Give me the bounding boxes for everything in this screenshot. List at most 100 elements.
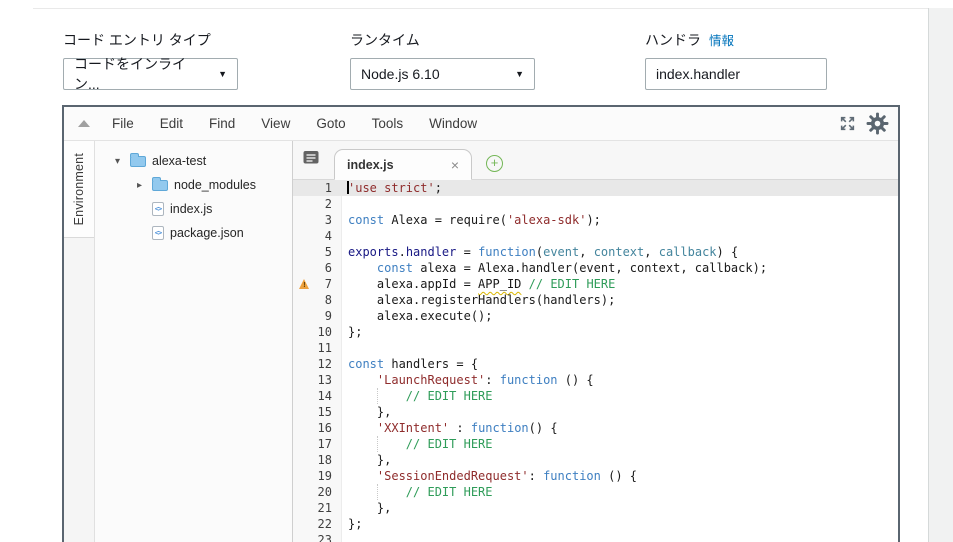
environment-sidebar: Environment — [64, 141, 95, 542]
code-line-1[interactable]: 1 'use strict'; — [293, 180, 898, 196]
code-line-6[interactable]: 6 const alexa = Alexa.handler(event, con… — [293, 260, 898, 276]
gutter-line-23: 23 — [293, 532, 342, 542]
tree-item-alexa-test[interactable]: ▾ alexa-test — [95, 149, 292, 173]
code-text: alexa.execute(); — [348, 309, 493, 323]
tree-item-label: index.js — [170, 202, 213, 216]
code-text: const alexa = Alexa.handler(event, conte… — [376, 261, 768, 275]
handler-label: ハンドラ 情報 — [645, 30, 827, 50]
info-link[interactable]: 情報 — [709, 34, 734, 48]
code-text: 'LaunchRequest': function () { — [376, 373, 594, 387]
gutter-line-11: 11 — [293, 340, 342, 356]
handler-input[interactable] — [645, 58, 827, 90]
code-line-8[interactable]: 8 alexa.registerHandlers(handlers); — [293, 292, 898, 308]
gutter-line-18: 18 — [293, 452, 342, 468]
tree-item-node_modules[interactable]: ▸ node_modules — [95, 173, 292, 197]
runtime-select[interactable]: Node.js 6.10 ▼ — [350, 58, 535, 90]
code-line-4[interactable]: 4 — [293, 228, 898, 244]
code-editor-window: File Edit Find View Goto Tools Window En… — [62, 105, 900, 542]
runtime-label: ランタイム — [350, 32, 420, 48]
tree-item-label: package.json — [170, 226, 244, 240]
settings-gear-icon[interactable] — [865, 111, 890, 136]
code-line-20[interactable]: 20 // EDIT HERE — [293, 484, 898, 500]
tab-list-icon[interactable] — [303, 150, 320, 170]
code-line-11[interactable]: 11 — [293, 340, 898, 356]
code-line-14[interactable]: 14 // EDIT HERE — [293, 388, 898, 404]
collapse-pane-icon[interactable] — [78, 120, 90, 127]
code-line-22[interactable]: 22}; — [293, 516, 898, 532]
code-text: }; — [348, 517, 363, 531]
close-tab-icon[interactable]: × — [451, 157, 459, 173]
menu-item-file[interactable]: File — [106, 113, 140, 134]
menu-item-view[interactable]: View — [255, 113, 296, 134]
environment-label: Environment — [72, 152, 86, 226]
tree-item-label: alexa-test — [152, 154, 207, 168]
gutter-line-22: 22 — [293, 516, 342, 532]
code-text: exports.handler = function(event, contex… — [348, 245, 739, 259]
code-text: }, — [348, 501, 392, 515]
file-icon — [152, 226, 164, 240]
code-text: // EDIT HERE — [342, 484, 898, 500]
file-tree: ▾ alexa-test ▸ node_modules index.js package.… — [95, 141, 293, 542]
code-line-16[interactable]: 16 'XXIntent' : function() { — [293, 420, 898, 436]
editor-body: Environment ▾alexa-test▸node_modulesinde… — [64, 141, 898, 542]
code-line-15[interactable]: 15 }, — [293, 404, 898, 420]
code-text: }, — [348, 405, 392, 419]
lambda-function-code-page: コード エントリ タイプ コードをインライン... ▼ ランタイム Node.j… — [0, 0, 953, 542]
code-line-2[interactable]: 2 — [293, 196, 898, 212]
code-text: alexa.appId = APP_ID // EDIT HERE — [348, 277, 616, 291]
code-text: 'SessionEndedRequest': function () { — [376, 469, 637, 483]
tree-item-package.json[interactable]: package.json — [95, 221, 292, 245]
code-editor-content[interactable]: 1 'use strict'; 2 3 const Alexa = require('a… — [293, 180, 898, 542]
menu-item-window[interactable]: Window — [423, 113, 483, 134]
gutter-line-14: 14 — [293, 388, 342, 404]
code-line-17[interactable]: 17 // EDIT HERE — [293, 436, 898, 452]
gutter-line-3: 3 — [293, 212, 342, 228]
tree-item-index.js[interactable]: index.js — [95, 197, 292, 221]
tab-title: index.js — [347, 157, 394, 172]
code-entry-type-select[interactable]: コードをインライン... ▼ — [63, 56, 238, 92]
code-line-23[interactable]: 23 — [293, 532, 898, 542]
code-entry-type-value: コードをインライン... — [74, 56, 186, 92]
code-line-12[interactable]: 12 const handlers = { — [293, 356, 898, 372]
code-line-21[interactable]: 21 }, — [293, 500, 898, 516]
environment-tab[interactable]: Environment — [64, 141, 94, 238]
text-cursor — [347, 181, 349, 194]
gutter-line-17: 17 — [293, 436, 342, 452]
code-line-9[interactable]: 9 alexa.execute(); — [293, 308, 898, 324]
code-text: // EDIT HERE — [342, 388, 898, 404]
code-text: 'XXIntent' : function() { — [376, 421, 558, 435]
file-icon — [152, 202, 164, 216]
code-line-5[interactable]: 5 exports.handler = function(event, conte… — [293, 244, 898, 260]
tab-index-js[interactable]: index.js × — [334, 149, 472, 180]
gutter-line-8: 8 — [293, 292, 342, 308]
chevron-expanded-icon[interactable]: ▾ — [111, 156, 124, 167]
gutter-line-1: 1 — [324, 181, 332, 195]
chevron-collapsed-icon[interactable]: ▸ — [133, 180, 146, 191]
runtime-value: Node.js 6.10 — [361, 66, 440, 82]
gutter-line-9: 9 — [293, 308, 342, 324]
code-line-10[interactable]: 10}; — [293, 324, 898, 340]
menu-item-edit[interactable]: Edit — [154, 113, 189, 134]
code-line-7[interactable]: 7 alexa.appId = APP_ID // EDIT HERE — [293, 276, 898, 292]
folder-icon — [152, 176, 168, 191]
code-line-3[interactable]: 3 const Alexa = require('alexa-sdk'); — [293, 212, 898, 228]
code-text: // EDIT HERE — [342, 436, 898, 452]
code-line-19[interactable]: 19 'SessionEndedRequest': function () { — [293, 468, 898, 484]
menu-item-find[interactable]: Find — [203, 113, 241, 134]
gutter-line-13: 13 — [293, 372, 342, 388]
menu-item-goto[interactable]: Goto — [310, 113, 351, 134]
top-divider — [33, 8, 928, 9]
gutter-line-20: 20 — [293, 484, 342, 500]
new-tab-icon[interactable]: + — [486, 155, 503, 172]
menu-item-tools[interactable]: Tools — [366, 113, 410, 134]
tab-bar: index.js × + — [293, 141, 898, 180]
fullscreen-icon[interactable] — [839, 115, 856, 132]
gutter-line-21: 21 — [293, 500, 342, 516]
code-line-18[interactable]: 18 }, — [293, 452, 898, 468]
code-text: alexa.registerHandlers(handlers); — [348, 293, 616, 307]
code-line-13[interactable]: 13 'LaunchRequest': function () { — [293, 372, 898, 388]
gutter-line-15: 15 — [293, 404, 342, 420]
handler-label-text: ハンドラ — [645, 32, 701, 48]
code-entry-type-field: コード エントリ タイプ コードをインライン... ▼ — [63, 30, 238, 92]
